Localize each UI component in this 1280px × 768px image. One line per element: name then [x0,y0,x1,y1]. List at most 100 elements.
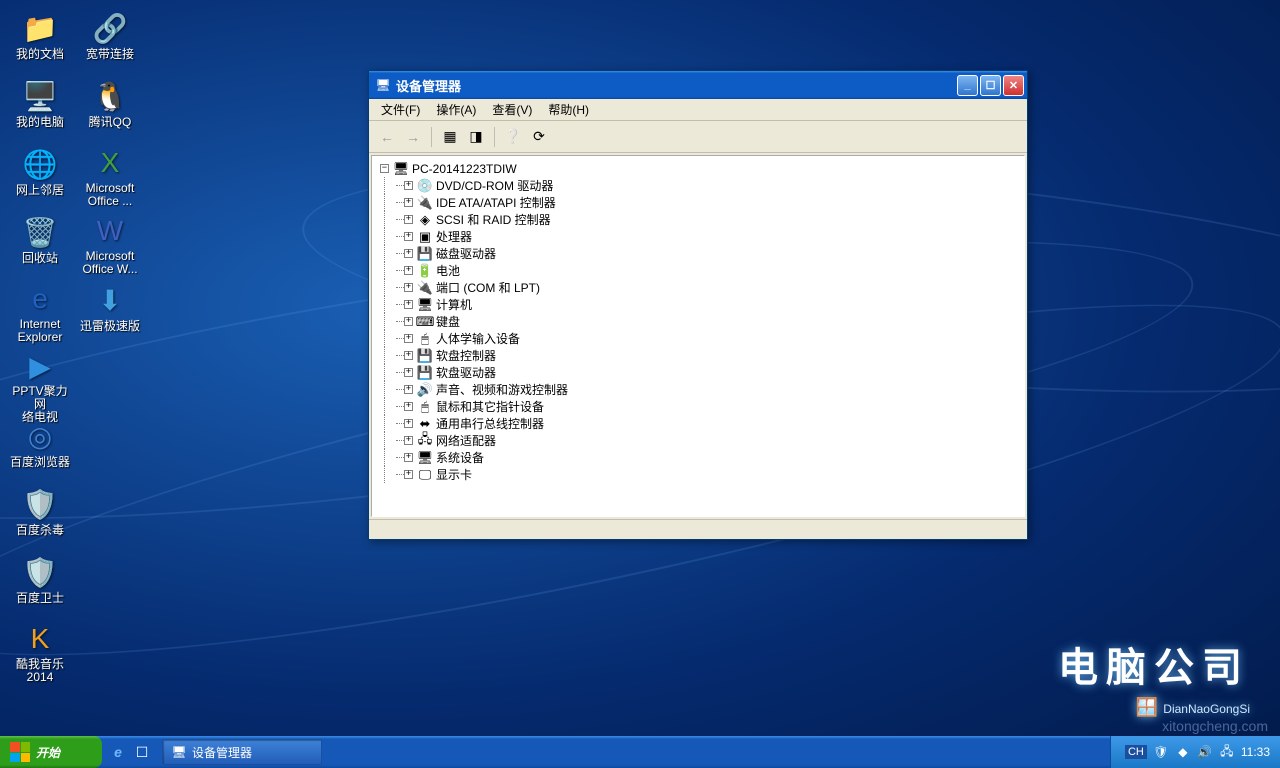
tree-node[interactable]: 🔋电池 [374,262,1022,279]
language-indicator[interactable]: CH [1125,745,1147,759]
toggle-icon[interactable] [404,368,413,377]
device-category-icon: 🔊 [417,382,433,398]
menu-item-1[interactable]: 操作(A) [428,99,484,120]
toggle-icon[interactable] [404,198,413,207]
icon-label: 酷我音乐2014 [16,658,64,684]
tree-node-label: 计算机 [436,296,472,313]
toggle-icon[interactable] [404,283,413,292]
desktop-icon-broadband[interactable]: 🔗宽带连接 [78,8,142,72]
quick-ie-icon[interactable]: e [108,742,128,762]
device-category-icon: ▣ [417,229,433,245]
taskbar-item-device-manager[interactable]: 🖥 设备管理器 [162,739,322,765]
desktop-icon-recycle-bin[interactable]: 🗑️回收站 [8,212,72,276]
tree-node[interactable]: 🖵显示卡 [374,466,1022,483]
toggle-icon[interactable] [404,266,413,275]
desktop-icon-network-places[interactable]: 🌐网上邻居 [8,144,72,208]
toggle-icon[interactable] [404,351,413,360]
tree-node[interactable]: 🔌端口 (COM 和 LPT) [374,279,1022,296]
desktop-icon-baidu-guard[interactable]: 🛡️百度卫士 [8,552,72,616]
tree-node[interactable]: ◈SCSI 和 RAID 控制器 [374,211,1022,228]
tree-node[interactable]: 🖱鼠标和其它指针设备 [374,398,1022,415]
desktop-icon-ms-office-w[interactable]: WMicrosoftOffice W... [78,212,142,276]
minimize-button[interactable]: _ [957,75,978,96]
toggle-icon[interactable] [404,181,413,190]
toolbar-help-button[interactable]: ❔ [501,125,525,149]
menu-item-0[interactable]: 文件(F) [373,99,428,120]
my-computer-icon: 🖥️ [22,78,58,114]
system-tray: CH 🛡 ◆ 🔊 🖧 11:33 [1110,736,1280,768]
toggle-icon[interactable] [404,385,413,394]
maximize-button[interactable]: ☐ [980,75,1001,96]
desktop-icon-ms-office[interactable]: XMicrosoftOffice ... [78,144,142,208]
device-category-icon: 💾 [417,348,433,364]
device-category-icon: 💾 [417,246,433,262]
tree-node[interactable]: ⌨键盘 [374,313,1022,330]
taskbar: 开始 e ☐ 🖥 设备管理器 CH 🛡 ◆ 🔊 🖧 11:33 [0,736,1280,768]
toggle-icon[interactable] [404,249,413,258]
toggle-icon[interactable] [404,334,413,343]
tree-node-label: 软盘控制器 [436,347,496,364]
menu-item-2[interactable]: 查看(V) [484,99,540,120]
toggle-icon[interactable] [404,215,413,224]
tree-node[interactable]: ⬌通用串行总线控制器 [374,415,1022,432]
baidu-browser-icon: ◎ [22,418,58,454]
toggle-icon[interactable] [404,436,413,445]
tray-shield-icon[interactable]: 🛡 [1153,744,1169,760]
tray-volume-icon[interactable]: 🔊 [1197,744,1213,760]
desktop-icon-my-computer[interactable]: 🖥️我的电脑 [8,76,72,140]
nav-back-button[interactable]: ← [375,125,399,149]
titlebar[interactable]: 🖥 设备管理器 _ ☐ ✕ [369,71,1027,99]
toolbar-prop-button[interactable]: ◨ [464,125,488,149]
tree-node[interactable]: 🖧网络适配器 [374,432,1022,449]
tree-node[interactable]: 💾软盘控制器 [374,347,1022,364]
windows-logo-icon [10,742,30,762]
toggle-icon[interactable] [380,164,389,173]
toolbar-refresh-button[interactable]: ⟳ [527,125,551,149]
tree-node[interactable]: 🖥系统设备 [374,449,1022,466]
toolbar: ← → ▦ ◨ ❔ ⟳ [369,121,1027,153]
xunlei-icon: ⬇ [92,282,128,318]
toggle-icon[interactable] [404,300,413,309]
desktop-icon-my-documents[interactable]: 📁我的文档 [8,8,72,72]
tree-node[interactable]: 🔌IDE ATA/ATAPI 控制器 [374,194,1022,211]
desktop-icon-internet-explorer[interactable]: eInternetExplorer [8,280,72,344]
nav-forward-button[interactable]: → [401,125,425,149]
desktop-icon-baidu-antivirus[interactable]: 🛡️百度杀毒 [8,484,72,548]
quick-desktop-icon[interactable]: ☐ [132,742,152,762]
close-button[interactable]: ✕ [1003,75,1024,96]
desktop-icon-kuwo-music[interactable]: K酷我音乐2014 [8,620,72,684]
toggle-icon[interactable] [404,453,413,462]
tray-network-icon[interactable]: 🖧 [1219,744,1235,760]
desktop-icon-grid: 📁我的文档🖥️我的电脑🌐网上邻居🗑️回收站eInternetExplorer▶P… [8,8,142,728]
tree-node[interactable]: 🖥计算机 [374,296,1022,313]
tree-node[interactable]: 🖱人体学输入设备 [374,330,1022,347]
window-title: 设备管理器 [396,76,957,95]
toolbar-view-button[interactable]: ▦ [438,125,462,149]
toggle-icon[interactable] [404,317,413,326]
tray-app-icon[interactable]: ◆ [1175,744,1191,760]
tree-node[interactable]: 💿DVD/CD-ROM 驱动器 [374,177,1022,194]
desktop-icon-baidu-browser[interactable]: ◎百度浏览器 [8,416,72,480]
clock[interactable]: 11:33 [1241,745,1270,759]
icon-label: InternetExplorer [18,318,63,344]
device-category-icon: 💾 [417,365,433,381]
toggle-icon[interactable] [404,470,413,479]
tree-node[interactable]: 🔊声音、视频和游戏控制器 [374,381,1022,398]
toggle-icon[interactable] [404,419,413,428]
desktop-icon-tencent-qq[interactable]: 🐧腾讯QQ [78,76,142,140]
toggle-icon[interactable] [404,232,413,241]
start-button[interactable]: 开始 [0,736,102,768]
tree-node-label: 网络适配器 [436,432,496,449]
tree-node[interactable]: 💾磁盘驱动器 [374,245,1022,262]
tree-node[interactable]: 💾软盘驱动器 [374,364,1022,381]
toggle-icon[interactable] [404,402,413,411]
start-label: 开始 [36,744,60,761]
tree-node-label: IDE ATA/ATAPI 控制器 [436,194,556,211]
menu-item-3[interactable]: 帮助(H) [540,99,597,120]
desktop-icon-pptv[interactable]: ▶PPTV聚力 网络电视 [8,348,72,412]
device-category-icon: 🔌 [417,280,433,296]
tree-node[interactable]: ▣处理器 [374,228,1022,245]
desktop-icon-xunlei[interactable]: ⬇迅雷极速版 [78,280,142,344]
tree-root[interactable]: 🖥PC-20141223TDIW [374,160,1022,177]
network-places-icon: 🌐 [22,146,58,182]
